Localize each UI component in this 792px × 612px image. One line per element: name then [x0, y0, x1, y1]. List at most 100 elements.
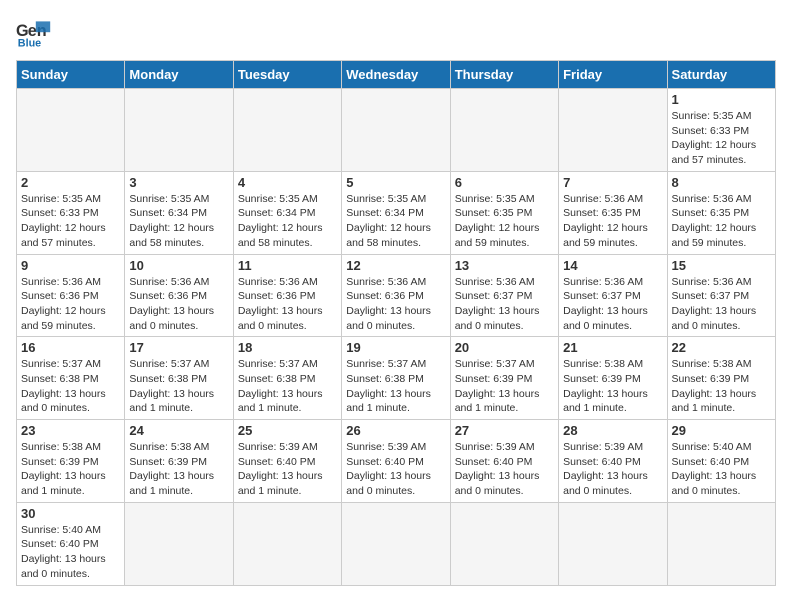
day-number: 27 [455, 423, 554, 438]
calendar-cell [559, 502, 667, 585]
day-number: 29 [672, 423, 771, 438]
day-number: 8 [672, 175, 771, 190]
day-number: 22 [672, 340, 771, 355]
day-info: Sunrise: 5:35 AM Sunset: 6:34 PM Dayligh… [238, 192, 337, 251]
calendar-cell: 8 Sunrise: 5:36 AM Sunset: 6:35 PM Daylig… [667, 171, 775, 254]
day-number: 26 [346, 423, 445, 438]
day-number: 1 [672, 92, 771, 107]
calendar-cell: 30Sunrise: 5:40 AM Sunset: 6:40 PM Dayli… [17, 502, 125, 585]
calendar-cell [342, 502, 450, 585]
day-number: 25 [238, 423, 337, 438]
day-number: 15 [672, 258, 771, 273]
day-number: 20 [455, 340, 554, 355]
calendar-cell: 12 Sunrise: 5:36 AM Sunset: 6:36 PM Dayli… [342, 254, 450, 337]
calendar-week-row: 16 Sunrise: 5:37 AM Sunset: 6:38 PM Dayli… [17, 337, 776, 420]
day-info: Sunrise: 5:40 AM Sunset: 6:40 PM Dayligh… [21, 523, 120, 582]
day-number: 11 [238, 258, 337, 273]
day-number: 16 [21, 340, 120, 355]
day-number: 24 [129, 423, 228, 438]
day-header-thursday: Thursday [450, 61, 558, 89]
calendar-cell: 22 Sunrise: 5:38 AM Sunset: 6:39 PM Dayli… [667, 337, 775, 420]
calendar-cell: 19 Sunrise: 5:37 AM Sunset: 6:38 PM Dayli… [342, 337, 450, 420]
calendar-cell: 5Sunrise: 5:35 AM Sunset: 6:34 PM Daylig… [342, 171, 450, 254]
day-number: 9 [21, 258, 120, 273]
calendar-week-row: 30Sunrise: 5:40 AM Sunset: 6:40 PM Dayli… [17, 502, 776, 585]
calendar-cell: 9Sunrise: 5:36 AM Sunset: 6:36 PM Daylig… [17, 254, 125, 337]
day-number: 7 [563, 175, 662, 190]
calendar-cell: 7Sunrise: 5:36 AM Sunset: 6:35 PM Daylig… [559, 171, 667, 254]
day-info: Sunrise: 5:37 AM Sunset: 6:38 PM Dayligh… [129, 357, 228, 416]
day-info: Sunrise: 5:37 AM Sunset: 6:38 PM Dayligh… [346, 357, 445, 416]
calendar-cell [233, 502, 341, 585]
day-info: Sunrise: 5:39 AM Sunset: 6:40 PM Dayligh… [238, 440, 337, 499]
calendar-week-row: 1 Sunrise: 5:35 AM Sunset: 6:33 PM Daylig… [17, 89, 776, 172]
calendar-header-row: SundayMondayTuesdayWednesdayThursdayFrid… [17, 61, 776, 89]
day-info: Sunrise: 5:35 AM Sunset: 6:33 PM Dayligh… [21, 192, 120, 251]
calendar-cell: 29Sunrise: 5:40 AM Sunset: 6:40 PM Dayli… [667, 420, 775, 503]
calendar-cell: 24 Sunrise: 5:38 AM Sunset: 6:39 PM Dayli… [125, 420, 233, 503]
calendar-cell: 17 Sunrise: 5:37 AM Sunset: 6:38 PM Dayli… [125, 337, 233, 420]
logo: G e n Blue [16, 16, 56, 52]
svg-text:Blue: Blue [18, 38, 41, 50]
day-info: Sunrise: 5:35 AM Sunset: 6:34 PM Dayligh… [129, 192, 228, 251]
day-info: Sunrise: 5:38 AM Sunset: 6:39 PM Dayligh… [129, 440, 228, 499]
calendar-cell: 3Sunrise: 5:35 AM Sunset: 6:34 PM Daylig… [125, 171, 233, 254]
day-info: Sunrise: 5:36 AM Sunset: 6:36 PM Dayligh… [129, 275, 228, 334]
calendar-cell: 2 Sunrise: 5:35 AM Sunset: 6:33 PM Daylig… [17, 171, 125, 254]
calendar-table: SundayMondayTuesdayWednesdayThursdayFrid… [16, 60, 776, 586]
day-number: 28 [563, 423, 662, 438]
day-info: Sunrise: 5:36 AM Sunset: 6:37 PM Dayligh… [672, 275, 771, 334]
day-info: Sunrise: 5:36 AM Sunset: 6:37 PM Dayligh… [455, 275, 554, 334]
calendar-cell: 27 Sunrise: 5:39 AM Sunset: 6:40 PM Dayli… [450, 420, 558, 503]
calendar-cell: 26Sunrise: 5:39 AM Sunset: 6:40 PM Dayli… [342, 420, 450, 503]
calendar-cell [125, 502, 233, 585]
calendar-cell: 6Sunrise: 5:35 AM Sunset: 6:35 PM Daylig… [450, 171, 558, 254]
calendar-cell [559, 89, 667, 172]
day-header-monday: Monday [125, 61, 233, 89]
calendar-week-row: 23Sunrise: 5:38 AM Sunset: 6:39 PM Dayli… [17, 420, 776, 503]
calendar-cell [342, 89, 450, 172]
day-number: 13 [455, 258, 554, 273]
calendar-cell: 23Sunrise: 5:38 AM Sunset: 6:39 PM Dayli… [17, 420, 125, 503]
day-header-saturday: Saturday [667, 61, 775, 89]
day-info: Sunrise: 5:38 AM Sunset: 6:39 PM Dayligh… [563, 357, 662, 416]
page-header: G e n Blue [16, 16, 776, 52]
day-info: Sunrise: 5:37 AM Sunset: 6:38 PM Dayligh… [238, 357, 337, 416]
calendar-cell: 25 Sunrise: 5:39 AM Sunset: 6:40 PM Dayli… [233, 420, 341, 503]
calendar-cell: 14 Sunrise: 5:36 AM Sunset: 6:37 PM Dayli… [559, 254, 667, 337]
day-number: 2 [21, 175, 120, 190]
calendar-cell [233, 89, 341, 172]
day-info: Sunrise: 5:36 AM Sunset: 6:36 PM Dayligh… [238, 275, 337, 334]
calendar-cell: 28 Sunrise: 5:39 AM Sunset: 6:40 PM Dayli… [559, 420, 667, 503]
day-info: Sunrise: 5:38 AM Sunset: 6:39 PM Dayligh… [672, 357, 771, 416]
day-info: Sunrise: 5:36 AM Sunset: 6:37 PM Dayligh… [563, 275, 662, 334]
day-number: 12 [346, 258, 445, 273]
calendar-cell: 15 Sunrise: 5:36 AM Sunset: 6:37 PM Dayli… [667, 254, 775, 337]
day-info: Sunrise: 5:36 AM Sunset: 6:36 PM Dayligh… [346, 275, 445, 334]
day-info: Sunrise: 5:36 AM Sunset: 6:35 PM Dayligh… [672, 192, 771, 251]
calendar-cell: 4Sunrise: 5:35 AM Sunset: 6:34 PM Daylig… [233, 171, 341, 254]
day-info: Sunrise: 5:37 AM Sunset: 6:39 PM Dayligh… [455, 357, 554, 416]
day-info: Sunrise: 5:39 AM Sunset: 6:40 PM Dayligh… [455, 440, 554, 499]
day-info: Sunrise: 5:37 AM Sunset: 6:38 PM Dayligh… [21, 357, 120, 416]
day-header-sunday: Sunday [17, 61, 125, 89]
day-number: 19 [346, 340, 445, 355]
calendar-cell [17, 89, 125, 172]
calendar-cell: 16 Sunrise: 5:37 AM Sunset: 6:38 PM Dayli… [17, 337, 125, 420]
calendar-cell [450, 89, 558, 172]
day-header-tuesday: Tuesday [233, 61, 341, 89]
logo-icon: G e n Blue [16, 16, 52, 52]
calendar-cell: 13 Sunrise: 5:36 AM Sunset: 6:37 PM Dayli… [450, 254, 558, 337]
day-info: Sunrise: 5:39 AM Sunset: 6:40 PM Dayligh… [563, 440, 662, 499]
calendar-week-row: 9 Sunrise: 5:36 AM Sunset: 6:36 PM Daylig… [17, 254, 776, 337]
calendar-cell: 20 Sunrise: 5:37 AM Sunset: 6:39 PM Dayli… [450, 337, 558, 420]
day-info: Sunrise: 5:38 AM Sunset: 6:39 PM Dayligh… [21, 440, 120, 499]
calendar-week-row: 2 Sunrise: 5:35 AM Sunset: 6:33 PM Daylig… [17, 171, 776, 254]
day-info: Sunrise: 5:35 AM Sunset: 6:34 PM Dayligh… [346, 192, 445, 251]
calendar-cell [125, 89, 233, 172]
day-number: 14 [563, 258, 662, 273]
day-number: 17 [129, 340, 228, 355]
calendar-cell: 11 Sunrise: 5:36 AM Sunset: 6:36 PM Dayli… [233, 254, 341, 337]
day-info: Sunrise: 5:35 AM Sunset: 6:33 PM Dayligh… [672, 109, 771, 168]
day-number: 18 [238, 340, 337, 355]
